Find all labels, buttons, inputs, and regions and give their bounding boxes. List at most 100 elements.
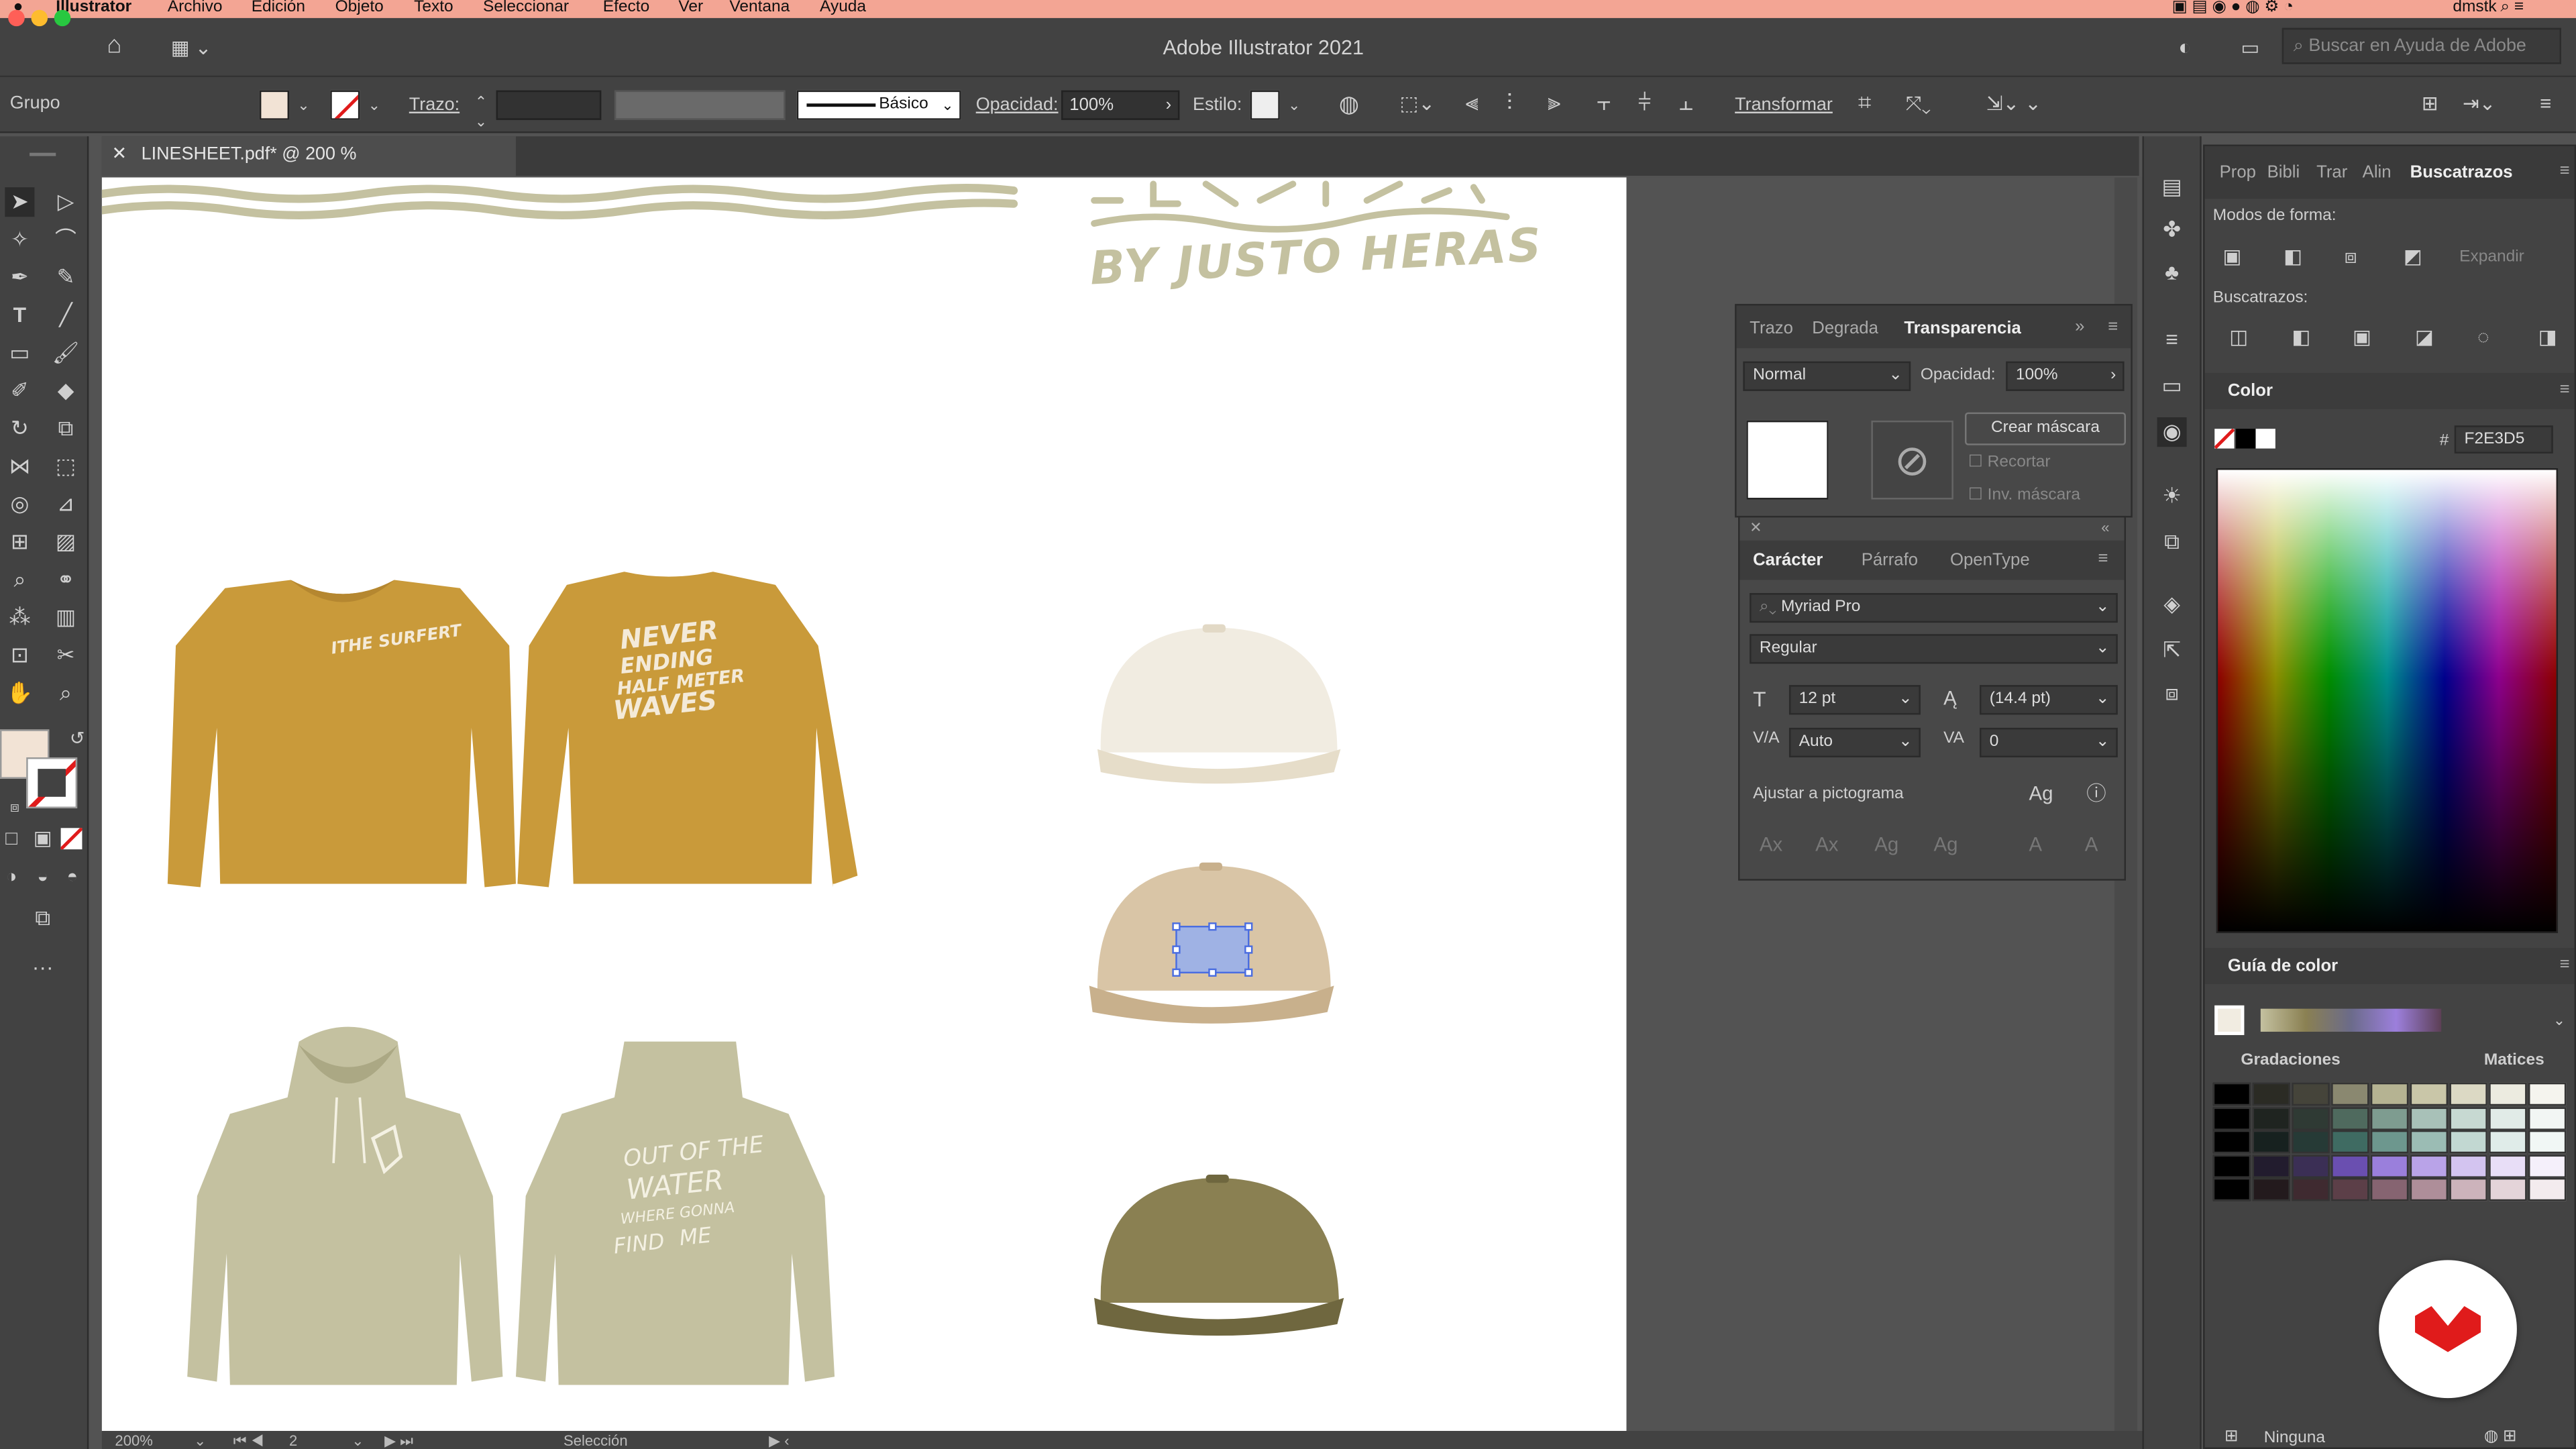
guide-swatch[interactable] [2370,1106,2409,1130]
outline-icon[interactable]: ◌ [2477,327,2489,346]
panel-menu-icon[interactable]: ≡ [2098,549,2108,568]
free-transform-icon[interactable]: ⬚ [51,451,80,481]
info-icon[interactable]: ⓘ [2086,784,2106,803]
artboards-panel-icon[interactable]: ⧈ [2157,678,2187,708]
none-swatch[interactable] [2214,429,2235,449]
close-panel-icon[interactable]: ✕ [1750,519,1762,537]
graph-icon[interactable]: ▥ [51,603,80,633]
symbol-sprayer-icon[interactable]: ⁂ [5,603,34,633]
gradient-mode-icon[interactable]: ▣ [28,823,58,853]
close-window-icon[interactable] [8,9,25,27]
guide-swatch[interactable] [2370,1082,2409,1106]
snap-xheight-icon[interactable]: Ax [1815,835,1838,854]
stroke-swatch[interactable] [330,90,360,120]
tab-opentype[interactable]: OpenType [1950,550,2030,570]
align-top-icon[interactable]: ⫟ [1597,91,1611,113]
guide-swatch[interactable] [2449,1177,2487,1201]
artboard-nav-icon[interactable]: ⏮ ◀ [233,1433,264,1449]
panel-menu-icon[interactable]: ≡ [2560,380,2570,399]
draw-inside-icon[interactable]: ◓ [58,863,87,892]
recolor-icon[interactable]: ◍ ⊞ [2484,1428,2517,1447]
panel-toggle-icon[interactable]: ⇥⌄ [2463,94,2496,113]
guide-swatch[interactable] [2528,1177,2567,1201]
share-icon[interactable]: ◐ [2178,36,2191,58]
guide-swatch[interactable] [2331,1106,2369,1130]
tab-transformar[interactable]: Trar [2316,162,2347,182]
divide-icon[interactable]: ◫ [2229,327,2248,346]
transparency-panel-icon[interactable]: ◉ [2157,417,2187,447]
stroke-weight-field[interactable] [496,90,602,120]
trim-icon[interactable]: ◧ [2292,327,2310,346]
opacity-field[interactable]: 100% › [1061,90,1180,120]
symbols-icon[interactable]: ♣ [2157,258,2187,287]
clip-checkbox[interactable]: ☐ Recortar [1968,453,2051,472]
menu-efecto[interactable]: Efecto [603,0,649,15]
help-search-input[interactable]: ⌕ Buscar en Ayuda de Adobe [2282,28,2561,64]
arrange-icon[interactable]: ▭ [2241,38,2259,57]
align-vcenter-icon[interactable]: ⫩ [1638,91,1652,113]
guide-swatch[interactable] [2489,1106,2527,1130]
opacity-label[interactable]: Opacidad: [976,95,1059,115]
menu-archivo[interactable]: Archivo [168,0,223,15]
create-mask-button[interactable]: Crear máscara [1965,412,2127,445]
snap-proximity-icon[interactable]: Ag [1933,835,1957,854]
guide-swatch[interactable] [2410,1154,2449,1177]
swap-colors-icon[interactable]: ↺ [62,724,92,754]
font-size-field[interactable]: 12 pt ⌄ [1788,685,1921,715]
fill-swatch[interactable] [259,90,290,120]
guide-swatch[interactable] [2528,1106,2567,1130]
type-tool-icon[interactable]: T [5,301,34,330]
guide-swatch[interactable] [2212,1177,2251,1201]
snap-angular-icon[interactable]: A [2029,835,2043,854]
guide-swatch[interactable] [2292,1106,2330,1130]
recolor-icon[interactable]: ◍ [1339,92,1359,115]
graphic-style-swatch[interactable] [1250,90,1280,120]
selection-tool-icon[interactable]: ➤ [5,187,35,217]
guide-swatch[interactable] [2331,1177,2369,1201]
minimize-window-icon[interactable] [31,9,48,27]
tab-degradado[interactable]: Degrada [1812,319,1878,338]
blend-icon[interactable]: ⚭ [51,565,80,594]
black-swatch[interactable] [2236,429,2256,449]
tracking-field[interactable]: 0 ⌄ [1980,727,2118,757]
gradient-icon[interactable]: ▨ [51,527,80,557]
guide-swatch[interactable] [2331,1082,2369,1106]
menu-ver[interactable]: Ver [678,0,703,15]
guide-swatch[interactable] [2410,1130,2449,1154]
export-icon[interactable]: ⇱ [2157,636,2187,665]
chevron-down-icon[interactable]: ⌄ [352,1433,364,1449]
tab-propiedades[interactable]: Prop [2220,162,2256,182]
guide-swatch[interactable] [2449,1130,2487,1154]
menu-objeto[interactable]: Objeto [335,0,384,15]
tab-transparencia[interactable]: Transparencia [1904,319,2021,338]
guide-swatch[interactable] [2252,1154,2290,1177]
collapse-icon[interactable]: » [2075,317,2084,337]
lasso-icon[interactable]: ⌒ [51,225,80,255]
pen-icon[interactable]: ✒ [5,263,34,292]
draw-behind-icon[interactable]: ◒ [28,863,58,892]
stroke-label[interactable]: Trazo: [409,95,460,115]
tab-buscatrazos[interactable]: Buscatrazos [2410,162,2513,182]
guide-swatch[interactable] [2292,1177,2330,1201]
magic-wand-icon[interactable]: ✧ [5,225,34,255]
zoom-window-icon[interactable] [54,9,71,27]
edit-colors-icon[interactable]: ⊞ [2224,1428,2239,1447]
expand-button[interactable]: Expandir [2459,248,2524,266]
guide-swatch[interactable] [2212,1154,2251,1177]
stepper-icon[interactable]: ⌃ ⌄ [475,92,487,131]
menu-icon[interactable]: ≡ [2540,94,2551,113]
width-tool-icon[interactable]: ⋈ [5,451,34,481]
chevron-down-icon[interactable]: ⌄ [297,95,309,115]
guide-swatch[interactable] [2528,1130,2567,1154]
harmony-strip[interactable] [2260,1008,2442,1032]
guide-swatch[interactable] [2212,1106,2251,1130]
guide-swatch[interactable] [2449,1106,2487,1130]
color-guide-title[interactable]: Guía de color [2228,956,2338,975]
chevron-down-icon[interactable]: ⌄ [1288,95,1300,115]
menu-edicion[interactable]: Edición [252,0,305,15]
intersect-icon[interactable]: ⧈ [2345,246,2357,266]
color-guide-grid[interactable] [2212,1082,2575,1203]
guide-swatch[interactable] [2410,1106,2449,1130]
tab-bibliotecas[interactable]: Bibli [2267,162,2300,182]
artboard[interactable]: BY JUSTO HERAS ITHE SURFERT NEVER ENDING… [101,177,1627,1432]
